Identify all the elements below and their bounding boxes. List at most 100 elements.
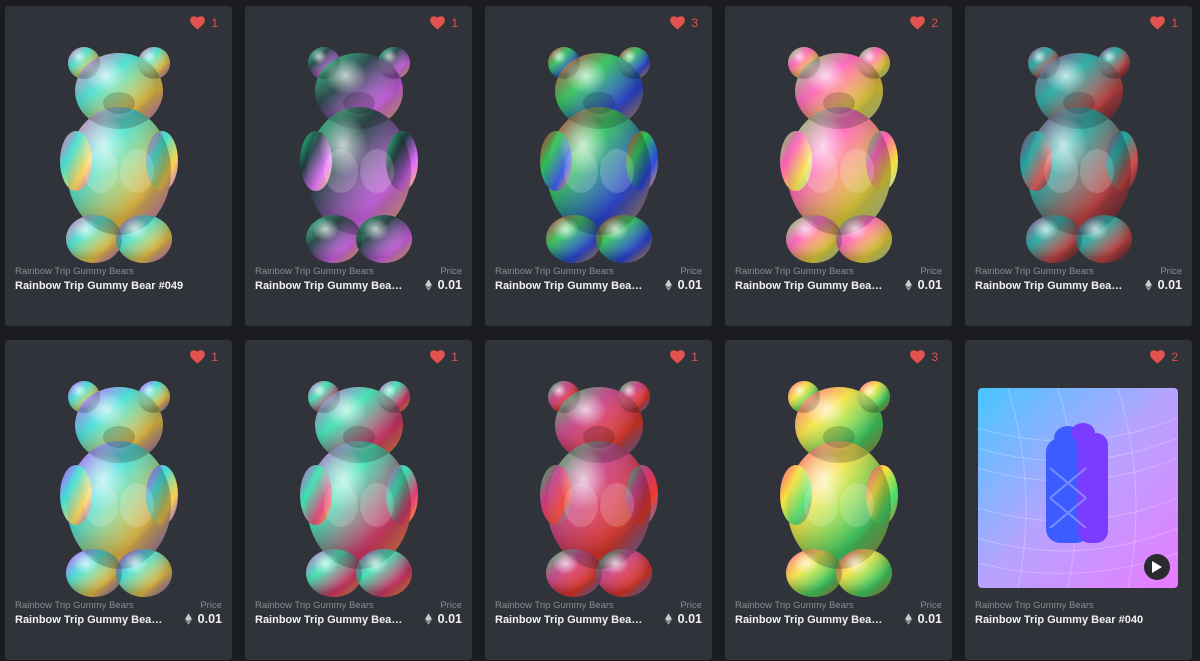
ethereum-icon [904,613,912,625]
like-button[interactable]: 1 [670,350,698,364]
asset-name[interactable]: Rainbow Trip Gummy Bear #... [735,614,885,626]
heart-icon [1150,350,1166,364]
price-amount: 0.01 [677,278,702,292]
like-button[interactable]: 1 [1150,16,1178,30]
like-button[interactable]: 1 [190,16,218,30]
asset-card[interactable]: 1 Rainbow Trip Gummy Bears Rainbow Trip … [245,340,472,660]
price-label: Price [200,600,222,611]
gummy-bear-image [59,47,178,263]
like-count: 1 [211,350,218,364]
asset-image[interactable] [485,36,712,276]
asset-meta: Rainbow Trip Gummy Bears Rainbow Trip Gu… [975,266,1182,304]
price-amount: 0.01 [917,278,942,292]
heart-icon [910,16,926,30]
price-amount: 0.01 [437,612,462,626]
video-thumbnail[interactable] [978,388,1178,588]
price-value: 0.01 [424,612,462,626]
collection-name[interactable]: Rainbow Trip Gummy Bears [975,266,1094,277]
ethereum-icon [184,613,192,625]
asset-name[interactable]: Rainbow Trip Gummy Bear #040 [975,614,1143,626]
collection-name[interactable]: Rainbow Trip Gummy Bears [495,266,614,277]
price-label: Price [1160,266,1182,277]
price-label: Price [680,266,702,277]
asset-image[interactable] [725,370,952,610]
like-count: 3 [931,350,938,364]
collection-name[interactable]: Rainbow Trip Gummy Bears [255,266,374,277]
price-amount: 0.01 [1157,278,1182,292]
play-button[interactable] [1144,554,1170,580]
collection-name[interactable]: Rainbow Trip Gummy Bears [15,600,134,611]
collection-name[interactable]: Rainbow Trip Gummy Bears [495,600,614,611]
heart-icon [190,16,206,30]
asset-name[interactable]: Rainbow Trip Gummy Bear #... [255,280,405,292]
asset-image[interactable] [725,36,952,276]
asset-name[interactable]: Rainbow Trip Gummy Bear #... [735,280,885,292]
heart-icon [670,350,686,364]
heart-icon [910,350,926,364]
price-amount: 0.01 [197,612,222,626]
ethereum-icon [1144,279,1152,291]
price-value: 0.01 [664,278,702,292]
asset-meta: Rainbow Trip Gummy Bears Rainbow Trip Gu… [735,266,942,304]
ethereum-icon [664,613,672,625]
asset-image[interactable] [245,36,472,276]
asset-card[interactable]: 1 Rainbow Trip Gummy Bears Rainbow Trip … [485,340,712,660]
gummy-bear-image [299,381,418,597]
like-count: 1 [451,16,458,30]
asset-image[interactable] [5,370,232,610]
like-button[interactable]: 1 [190,350,218,364]
asset-name[interactable]: Rainbow Trip Gummy Bear #... [975,280,1125,292]
like-button[interactable]: 3 [910,350,938,364]
like-count: 2 [931,16,938,30]
collection-name[interactable]: Rainbow Trip Gummy Bears [255,600,374,611]
price-amount: 0.01 [437,278,462,292]
ethereum-icon [424,613,432,625]
asset-card[interactable]: 1 Rainbow Trip Gummy Bears Rainbow Trip … [5,6,232,326]
asset-meta: Rainbow Trip Gummy Bears Rainbow Trip Gu… [15,600,222,638]
price-label: Price [440,600,462,611]
asset-name[interactable]: Rainbow Trip Gummy Bear #... [15,614,165,626]
price-value: 0.01 [184,612,222,626]
asset-image[interactable] [5,36,232,276]
asset-card[interactable]: 3 Rainbow Trip Gummy Bears Rainbow Trip … [725,340,952,660]
heart-icon [1150,16,1166,30]
collection-name[interactable]: Rainbow Trip Gummy Bears [735,600,854,611]
heart-icon [430,350,446,364]
collection-name[interactable]: Rainbow Trip Gummy Bears [975,600,1094,611]
like-button[interactable]: 2 [1150,350,1178,364]
asset-card[interactable]: 1 Rainbow Trip Gummy Bears Rainbow Trip … [245,6,472,326]
like-button[interactable]: 1 [430,350,458,364]
like-button[interactable]: 3 [670,16,698,30]
price-value: 0.01 [904,278,942,292]
collection-name[interactable]: Rainbow Trip Gummy Bears [15,266,134,277]
gummy-bear-image [1019,47,1138,263]
like-count: 1 [691,350,698,364]
like-count: 2 [1171,350,1178,364]
asset-image[interactable] [245,370,472,610]
price-amount: 0.01 [917,612,942,626]
gummy-bear-image [299,47,418,263]
collection-name[interactable]: Rainbow Trip Gummy Bears [735,266,854,277]
asset-image[interactable] [485,370,712,610]
price-value: 0.01 [424,278,462,292]
asset-grid: 1 Rainbow Trip Gummy Bears Rainbow Trip … [5,6,1192,660]
like-button[interactable]: 2 [910,16,938,30]
like-count: 3 [691,16,698,30]
asset-card[interactable]: 3 Rainbow Trip Gummy Bears Rainbow Trip … [485,6,712,326]
ethereum-icon [904,279,912,291]
gummy-bear-image [539,47,658,263]
heart-icon [430,16,446,30]
asset-name[interactable]: Rainbow Trip Gummy Bear #... [255,614,405,626]
gummy-bear-image [59,381,178,597]
asset-name[interactable]: Rainbow Trip Gummy Bear #049 [15,280,183,292]
asset-image[interactable] [965,36,1192,276]
asset-card[interactable]: 2 Rainbow Trip Gummy Bears Rainbow Trip … [965,340,1192,660]
asset-card[interactable]: 1 Rainbow Trip Gummy Bears Rainbow Trip … [5,340,232,660]
price-label: Price [680,600,702,611]
asset-name[interactable]: Rainbow Trip Gummy Bear #... [495,280,645,292]
heart-icon [670,16,686,30]
asset-card[interactable]: 2 Rainbow Trip Gummy Bears Rainbow Trip … [725,6,952,326]
asset-card[interactable]: 1 Rainbow Trip Gummy Bears Rainbow Trip … [965,6,1192,326]
like-button[interactable]: 1 [430,16,458,30]
asset-name[interactable]: Rainbow Trip Gummy Bear #... [495,614,645,626]
